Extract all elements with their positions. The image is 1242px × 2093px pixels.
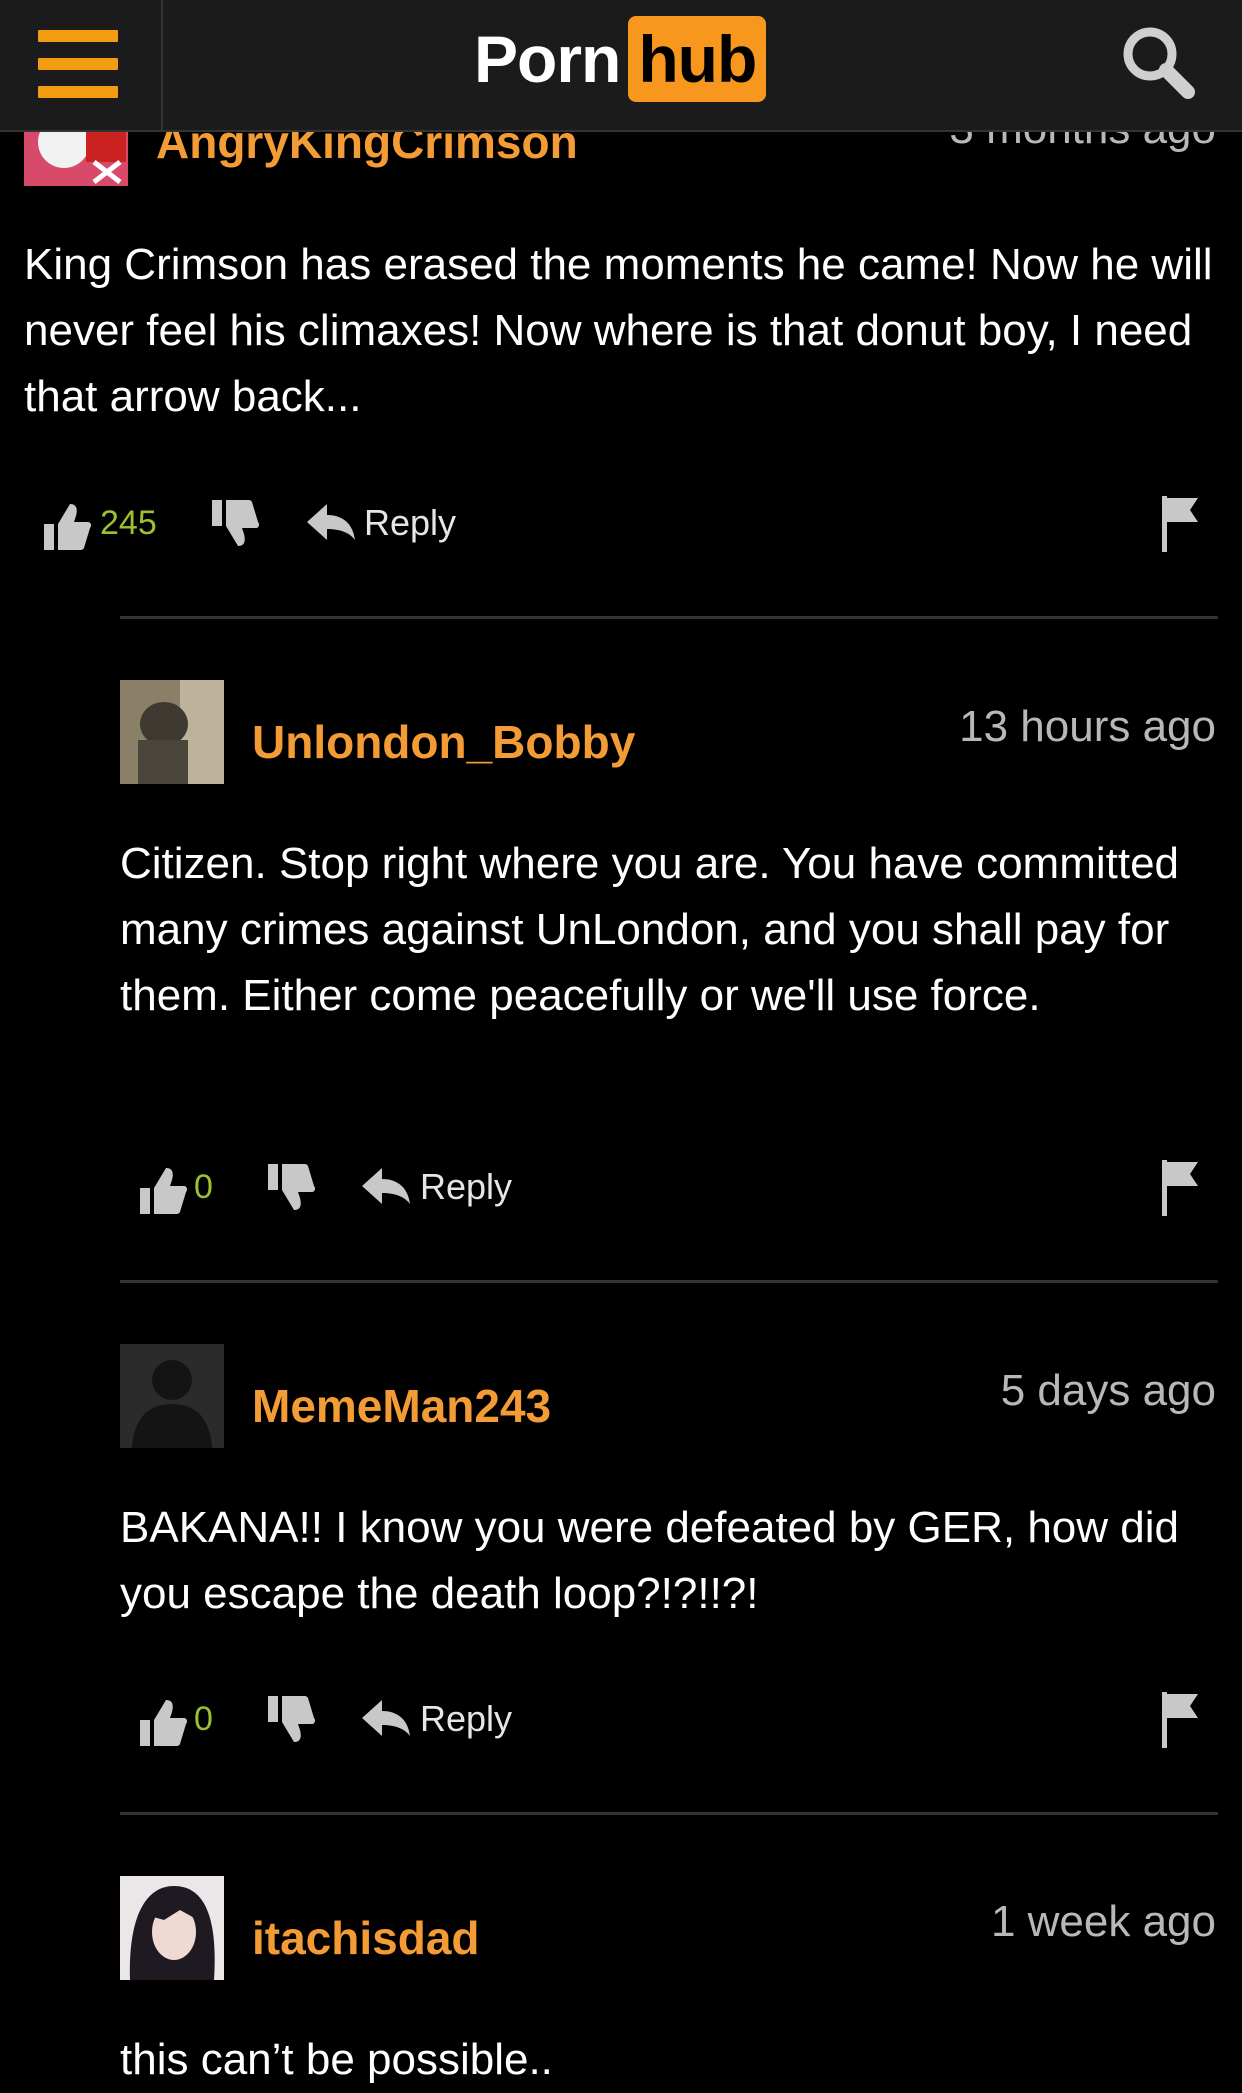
comment-username[interactable]: itachisdad	[252, 1911, 480, 1965]
avatar-image	[120, 1876, 224, 1980]
site-logo[interactable]: Porn hub	[474, 14, 767, 104]
avatar[interactable]	[120, 1876, 224, 1980]
comment-time: 1 week ago	[990, 1897, 1216, 1946]
comment: itachisdad 1 week ago this can’t be poss…	[0, 0, 1242, 2084]
search-icon	[1123, 27, 1195, 99]
menu-icon-bar	[38, 58, 118, 70]
menu-button[interactable]	[0, 0, 163, 130]
menu-icon-bar	[38, 86, 118, 98]
menu-icon-bar	[38, 30, 118, 42]
comment-text: this can’t be possible..	[120, 2035, 553, 2084]
logo-text-left: Porn	[474, 22, 621, 96]
top-header: Porn hub	[0, 0, 1242, 132]
logo-text-right: hub	[628, 16, 767, 102]
search-button[interactable]	[1118, 22, 1198, 102]
